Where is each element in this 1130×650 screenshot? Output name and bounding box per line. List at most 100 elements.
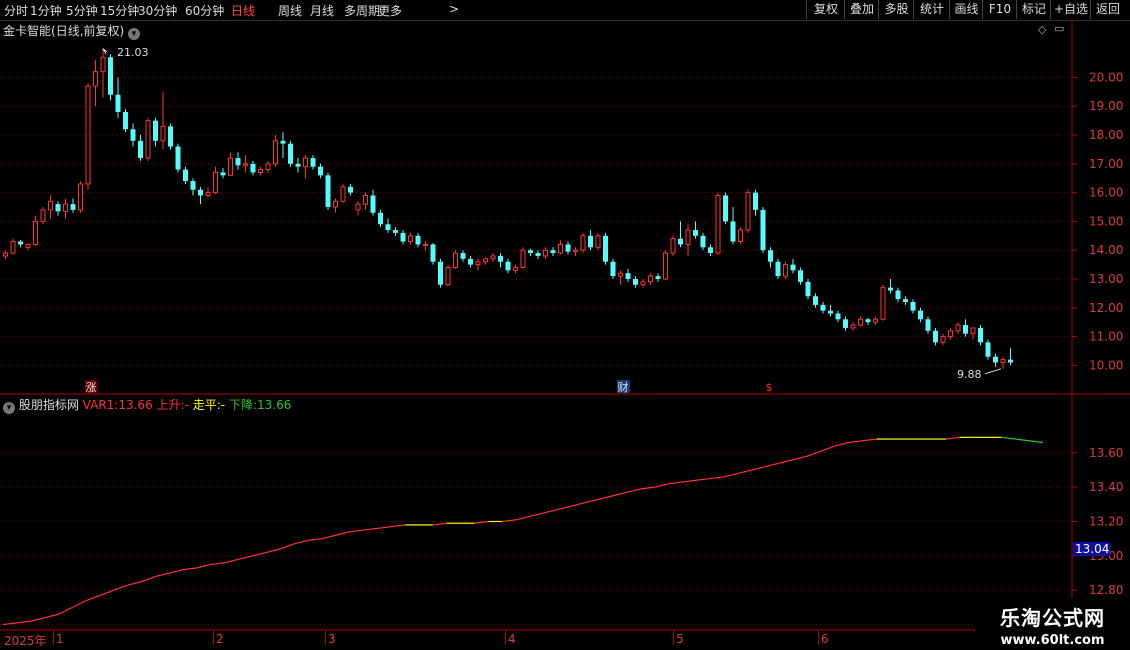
candle[interactable]	[850, 322, 856, 331]
candle[interactable]	[25, 242, 31, 251]
chevron-right-icon[interactable]: >	[449, 2, 459, 16]
candle[interactable]	[348, 183, 353, 196]
candle[interactable]	[220, 168, 226, 179]
period-tab-0[interactable]: 分时	[4, 2, 28, 19]
candle[interactable]	[685, 224, 691, 256]
period-tab-2[interactable]: 5分钟	[66, 2, 98, 19]
candle[interactable]	[130, 123, 136, 147]
candle[interactable]	[63, 198, 68, 219]
candle[interactable]	[205, 186, 211, 199]
candle[interactable]	[813, 293, 818, 308]
candle[interactable]	[790, 258, 796, 274]
candle[interactable]	[280, 132, 286, 159]
candle[interactable]	[985, 339, 991, 360]
candle[interactable]	[558, 240, 563, 255]
candle[interactable]	[48, 195, 53, 219]
candle[interactable]	[505, 258, 511, 274]
diamond-icon[interactable]: ◇	[1038, 23, 1046, 36]
candle[interactable]	[955, 322, 961, 334]
candle[interactable]	[10, 238, 16, 255]
candle[interactable]	[648, 273, 653, 285]
chart-canvas[interactable]: 21.03 9.88 10.00 11.00 12.00 13.00 14.00 15.00…	[0, 20, 1130, 631]
period-tab-8[interactable]: 月线	[310, 2, 334, 19]
candle[interactable]	[873, 316, 878, 326]
toolbar-button-3[interactable]: 统计	[913, 0, 950, 19]
candle[interactable]	[303, 155, 308, 179]
candle[interactable]	[153, 117, 158, 147]
candle[interactable]	[670, 235, 676, 256]
candle[interactable]	[768, 247, 773, 268]
event-marker[interactable]: 财	[617, 380, 630, 394]
candle[interactable]	[295, 158, 301, 173]
candle[interactable]	[310, 155, 316, 170]
candle[interactable]	[1008, 348, 1013, 366]
candle[interactable]	[738, 227, 743, 245]
candle[interactable]	[370, 189, 376, 216]
candle[interactable]	[700, 232, 706, 251]
candle[interactable]	[708, 244, 713, 256]
candle[interactable]	[190, 178, 196, 196]
candle[interactable]	[835, 310, 841, 323]
candle[interactable]	[78, 181, 83, 213]
candle[interactable]	[775, 258, 781, 279]
candle[interactable]	[378, 209, 383, 228]
candle[interactable]	[963, 319, 968, 337]
candle[interactable]	[565, 241, 571, 255]
candle[interactable]	[160, 91, 166, 150]
candle[interactable]	[550, 247, 556, 256]
chevron-down-icon[interactable]: ▾	[128, 28, 141, 40]
candle[interactable]	[138, 135, 143, 161]
candle[interactable]	[993, 353, 998, 367]
candle[interactable]	[100, 47, 106, 98]
window-icon[interactable]: ▭	[1054, 22, 1064, 35]
period-tab-3[interactable]: 15分钟	[100, 2, 139, 19]
candle[interactable]	[903, 296, 908, 305]
candle[interactable]	[18, 240, 23, 248]
candle[interactable]	[925, 316, 931, 334]
period-tab-9[interactable]: 多周期	[344, 2, 380, 19]
candle[interactable]	[258, 166, 263, 176]
candle[interactable]	[805, 278, 811, 300]
candle[interactable]	[820, 302, 826, 314]
candle[interactable]	[55, 201, 61, 216]
candle[interactable]	[475, 258, 481, 271]
candle[interactable]	[663, 250, 668, 281]
candle[interactable]	[33, 215, 38, 246]
candle[interactable]	[573, 247, 578, 256]
candle[interactable]	[453, 250, 458, 269]
period-tab-4[interactable]: 30分钟	[138, 2, 177, 19]
candle[interactable]	[325, 172, 331, 210]
candle[interactable]	[250, 160, 256, 176]
candle[interactable]	[183, 166, 188, 184]
candle[interactable]	[580, 232, 586, 254]
toolbar-button-2[interactable]: 多股	[878, 0, 914, 19]
candle[interactable]	[243, 155, 248, 173]
toolbar-button-8[interactable]: 返回	[1090, 0, 1125, 19]
candle[interactable]	[828, 304, 833, 317]
candle[interactable]	[363, 192, 368, 210]
toolbar-button-4[interactable]: 画线	[949, 0, 983, 19]
candle[interactable]	[498, 253, 503, 268]
candle[interactable]	[115, 77, 121, 118]
candle[interactable]	[265, 160, 271, 173]
candle[interactable]	[468, 255, 473, 268]
candle[interactable]	[213, 166, 218, 195]
candle[interactable]	[970, 327, 976, 340]
candle[interactable]	[228, 152, 233, 176]
candle[interactable]	[483, 257, 488, 265]
period-tab-6[interactable]: 日线	[231, 2, 255, 19]
candle[interactable]	[640, 278, 646, 288]
candle[interactable]	[865, 317, 871, 326]
period-tab-1[interactable]: 1分钟	[30, 2, 62, 19]
candle[interactable]	[858, 316, 863, 327]
candle[interactable]	[145, 117, 151, 161]
toolbar-button-5[interactable]: F10	[982, 0, 1017, 19]
candle[interactable]	[933, 327, 938, 346]
candle[interactable]	[108, 54, 113, 101]
candle[interactable]	[3, 250, 8, 259]
candle[interactable]	[70, 198, 76, 213]
period-tab-7[interactable]: 周线	[278, 2, 302, 19]
candle[interactable]	[400, 230, 406, 245]
period-tab-10[interactable]: 更多	[378, 2, 402, 19]
candle[interactable]	[513, 264, 518, 274]
